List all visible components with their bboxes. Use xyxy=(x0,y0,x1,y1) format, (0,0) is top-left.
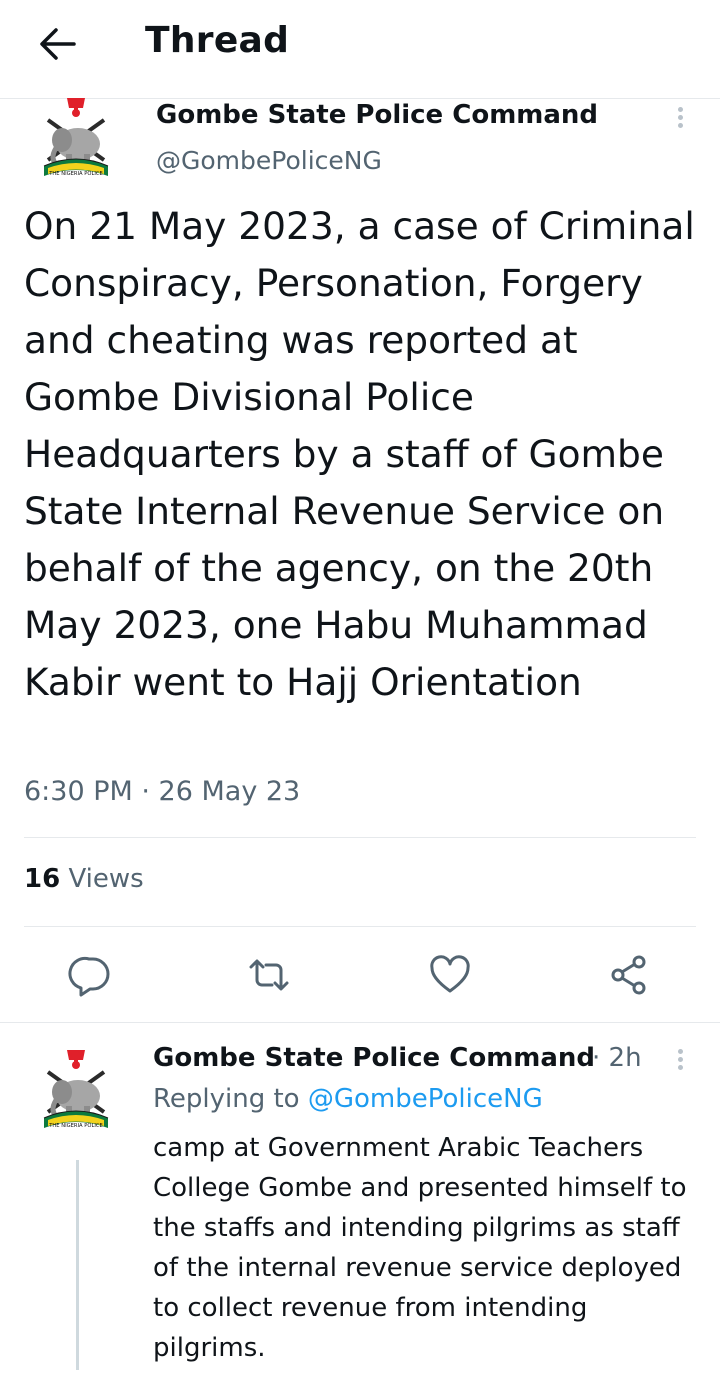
top-bar: Thread xyxy=(0,0,720,99)
thread-connector-line xyxy=(76,1160,79,1370)
back-arrow-icon[interactable] xyxy=(38,26,78,62)
divider xyxy=(24,926,696,927)
tweet-timestamp[interactable]: 6:30 PM · 26 May 23 xyxy=(24,776,300,807)
more-options-icon[interactable] xyxy=(670,104,690,134)
avatar[interactable]: THE NIGERIA POLICE xyxy=(34,98,118,186)
reply-author-name[interactable]: Gombe State Police Command xyxy=(153,1043,595,1073)
reply-time[interactable]: · 2h xyxy=(592,1043,642,1073)
author-name[interactable]: Gombe State Police Command xyxy=(156,100,598,130)
divider xyxy=(24,837,696,838)
reply-text: camp at Government Arabic Teachers Colle… xyxy=(153,1133,687,1363)
svg-text:THE NIGERIA POLICE: THE NIGERIA POLICE xyxy=(48,171,103,177)
tweet-text: On 21 May 2023, a case of Criminal Consp… xyxy=(24,204,695,704)
views-number: 16 xyxy=(24,864,61,894)
share-icon[interactable] xyxy=(606,952,652,998)
reply-icon[interactable] xyxy=(68,952,114,998)
reply-more-options-icon[interactable] xyxy=(670,1046,690,1076)
author-handle[interactable]: @GombePoliceNG xyxy=(156,146,382,175)
replying-prefix: Replying to xyxy=(153,1084,308,1114)
views-label: Views xyxy=(60,864,144,894)
views-count[interactable]: 16 Views xyxy=(24,864,144,894)
replying-to: Replying to @GombePoliceNG xyxy=(153,1084,543,1114)
section-divider xyxy=(0,1022,720,1023)
retweet-icon[interactable] xyxy=(246,952,292,998)
svg-text:THE NIGERIA POLICE: THE NIGERIA POLICE xyxy=(48,1123,103,1129)
like-icon[interactable] xyxy=(427,952,473,998)
reply-avatar[interactable]: THE NIGERIA POLICE xyxy=(34,1050,118,1138)
replying-handle-link[interactable]: @GombePoliceNG xyxy=(308,1084,543,1114)
page-title: Thread xyxy=(145,20,290,61)
